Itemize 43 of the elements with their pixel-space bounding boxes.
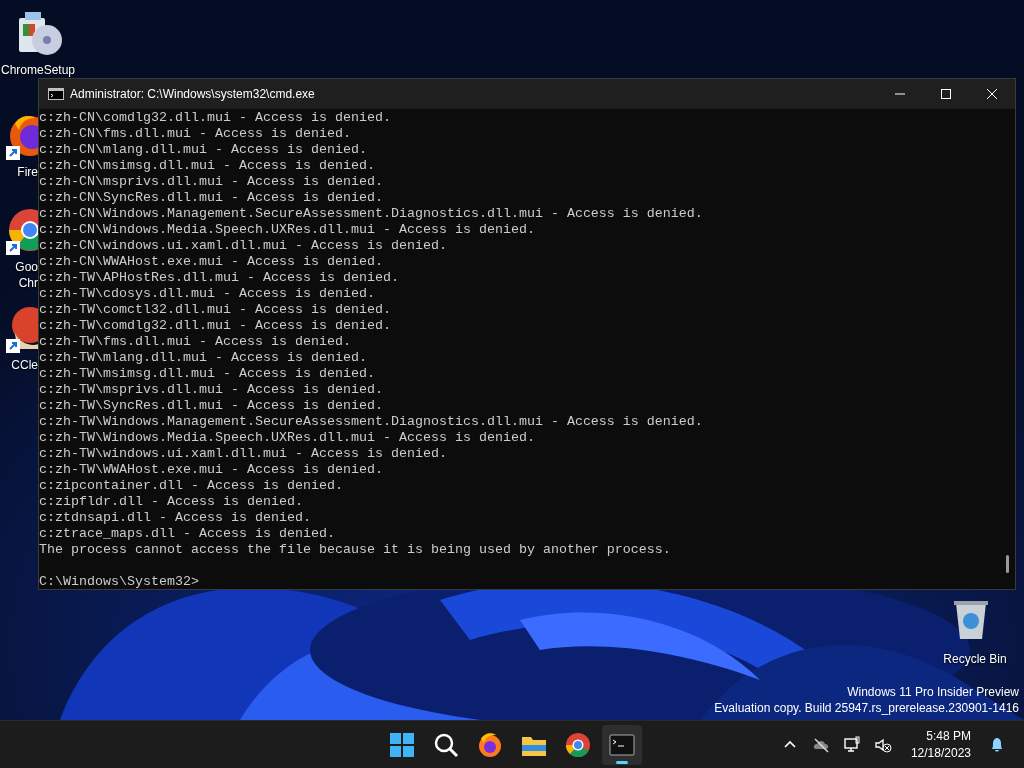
network-icon[interactable] xyxy=(842,735,861,754)
icon-label: CCle xyxy=(11,357,38,373)
icon-label: ChromeSetup xyxy=(0,62,75,78)
console-line: c:zh-TW\cdosys.dll.mui - Access is denied. xyxy=(39,286,375,302)
console-line: c:zh-CN\fms.dll.mui - Access is denied. xyxy=(39,126,351,142)
console-line: c:zh-TW\SyncRes.dll.mui - Access is denied. xyxy=(39,398,383,414)
console-line: c:zh-TW\mlang.dll.mui - Access is denied. xyxy=(39,350,367,366)
console-line: c:ztdnsapi.dll - Access is denied. xyxy=(39,510,311,526)
console-line: c:zh-CN\comdlg32.dll.mui - Access is denied. xyxy=(39,110,391,126)
console-line: c:zh-CN\Windows.Media.Speech.UXRes.dll.mui - Access is denied. xyxy=(39,222,535,238)
console-line: c:zh-TW\comdlg32.dll.mui - Access is denied. xyxy=(39,318,391,334)
console-line: The process cannot access the file because it is being used by another process. xyxy=(39,542,671,558)
console-line: c:zh-CN\SyncRes.dll.mui - Access is denied. xyxy=(39,190,383,206)
clock-time[interactable]: 5:48 PM xyxy=(926,727,971,745)
console-line: c:zh-TW\APHostRes.dll.mui - Access is denied. xyxy=(39,270,399,286)
watermark-text: Evaluation copy. Build 25947.rs_prerelease.230901-1416 xyxy=(714,700,1019,716)
console-line: c:zh-TW\msprivs.dll.mui - Access is denied. xyxy=(39,382,383,398)
console-line: c:zh-CN\Windows.Management.SecureAssessment.Diagnostics.dll.mui - Access is denied. xyxy=(39,206,703,222)
command-prompt[interactable]: C:\Windows\System32> xyxy=(39,574,199,590)
console-line: c:zh-CN\windows.ui.xaml.dll.mui - Access is denied. xyxy=(39,238,447,254)
console-line: c:zh-TW\windows.ui.xaml.dll.mui - Access is denied. xyxy=(39,446,447,462)
console-line: c:zh-TW\fms.dll.mui - Access is denied. xyxy=(39,334,351,350)
icon-label: Fire xyxy=(17,164,38,180)
icon-label: Recycle Bin xyxy=(943,651,1007,667)
console-line: c:zh-CN\WWAHost.exe.mui - Access is denied. xyxy=(39,254,383,270)
console-line: c:zh-TW\comctl32.dll.mui - Access is denied. xyxy=(39,302,391,318)
window-title: Administrator: C:\Windows\system32\cmd.exe xyxy=(70,87,316,101)
console-line: c:zh-TW\Windows.Management.SecureAssessment.Diagnostics.dll.mui - Access is denied. xyxy=(39,414,703,430)
clock-date[interactable]: 12/18/2023 xyxy=(910,744,971,762)
console-line: c:zh-TW\WWAHost.exe.mui - Access is denied. xyxy=(39,462,383,478)
console-line: c:ztrace_maps.dll - Access is denied. xyxy=(39,526,335,542)
console-line: c:zh-TW\msimsg.dll.mui - Access is denied. xyxy=(39,366,375,382)
scrollbar-thumb[interactable] xyxy=(1006,555,1009,573)
console-line: c:zipcontainer.dll - Access is denied. xyxy=(39,478,343,494)
console-line: c:zh-CN\mlang.dll.mui - Access is denied. xyxy=(39,142,367,158)
watermark-text: Windows 11 Pro Insider Preview xyxy=(847,684,1019,700)
console-line: c:zh-TW\Windows.Media.Speech.UXRes.dll.mui - Access is denied. xyxy=(39,430,535,446)
console-line: c:zh-CN\msimsg.dll.mui - Access is denied. xyxy=(39,158,375,174)
console-line: c:zipfldr.dll - Access is denied. xyxy=(39,494,303,510)
icon-label: Chr xyxy=(18,275,38,291)
console-icon xyxy=(48,88,64,100)
icon-label: Goo xyxy=(15,259,38,275)
console-line: c:zh-CN\msprivs.dll.mui - Access is denied. xyxy=(39,174,383,190)
